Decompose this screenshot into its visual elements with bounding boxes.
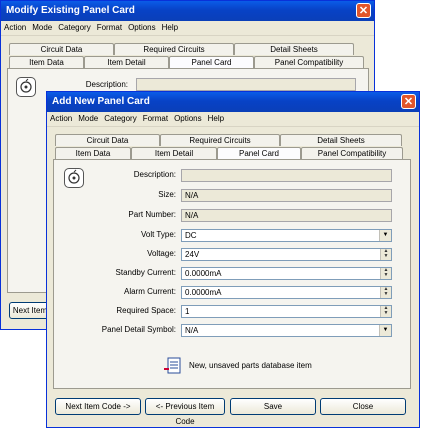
panel-card-panel: Description: Size: N/A Part Number: N/A … [53,159,411,389]
panel-detail-symbol-select[interactable]: N/A ▼ [181,324,392,337]
tab-panel-compatibility[interactable]: Panel Compatibility [301,147,403,159]
required-space-value: 1 [185,307,190,316]
tab-item-detail[interactable]: Item Detail [131,147,217,159]
description-label: Description: [133,170,176,179]
save-button[interactable]: Save [230,398,316,415]
chevron-down-icon[interactable]: ▼ [379,325,391,336]
panel-card-icon [64,168,84,188]
alarm-current-value: 0.0000mA [185,288,222,297]
back-next-item-button[interactable]: Next Item [9,302,51,319]
back-menu-action[interactable]: Action [1,21,29,35]
front-window-title: Add New Panel Card [47,92,419,112]
previous-item-code-button[interactable]: <- Previous Item Code [145,398,225,426]
required-space-label: Required Space: [116,306,176,315]
volt-type-value: DC [185,231,197,240]
size-field: N/A [181,189,392,202]
panel-detail-symbol-label: Panel Detail Symbol: [101,325,176,334]
back-tab-panel-compatibility[interactable]: Panel Compatibility [254,56,364,68]
status-text: New, unsaved parts database item [189,361,312,370]
voltage-input[interactable]: 24V ▲ ▼ [181,248,392,261]
spinner-icon[interactable]: ▲ ▼ [380,268,391,279]
database-record-icon [164,357,182,375]
spinner-icon[interactable]: ▲ ▼ [380,287,391,298]
standby-current-value: 0.0000mA [185,269,222,278]
back-menu-format[interactable]: Format [94,21,125,35]
size-label: Size: [158,190,176,199]
back-menu-category[interactable]: Category [55,21,93,35]
volt-type-select[interactable]: DC ▼ [181,229,392,242]
volt-type-label: Volt Type: [141,230,176,239]
panel-card-icon [16,77,36,97]
front-menu-mode[interactable]: Mode [75,112,101,126]
back-tab-required-circuits[interactable]: Required Circuits [114,43,234,55]
close-button[interactable]: Close [320,398,406,415]
spinner-icon[interactable]: ▲ ▼ [380,249,391,260]
voltage-label: Voltage: [147,249,176,258]
panel-detail-symbol-value: N/A [185,326,199,335]
required-space-input[interactable]: 1 ▲ ▼ [181,305,392,318]
back-window-title: Modify Existing Panel Card [1,1,374,21]
front-window: Add New Panel Card ✕ Action Mode Categor… [46,91,420,428]
tab-detail-sheets[interactable]: Detail Sheets [280,134,402,146]
part-number-label: Part Number: [128,210,176,219]
next-item-code-button[interactable]: Next Item Code -> [55,398,141,415]
description-field [181,169,392,182]
front-menu-help[interactable]: Help [205,112,227,126]
tab-circuit-data[interactable]: Circuit Data [55,134,160,146]
back-tab-item-data[interactable]: Item Data [9,56,84,68]
tab-required-circuits[interactable]: Required Circuits [160,134,280,146]
back-close-button[interactable]: ✕ [356,3,371,18]
back-tab-item-detail[interactable]: Item Detail [84,56,169,68]
voltage-value: 24V [185,250,200,259]
front-menu-format[interactable]: Format [140,112,171,126]
back-description-label: Description: [85,80,128,89]
front-menubar: Action Mode Category Format Options Help [47,112,419,127]
back-tab-detail-sheets[interactable]: Detail Sheets [234,43,354,55]
back-description-field [136,78,356,91]
standby-current-label: Standby Current: [115,268,176,277]
alarm-current-input[interactable]: 0.0000mA ▲ ▼ [181,286,392,299]
chevron-down-icon[interactable]: ▼ [379,230,391,241]
front-close-button[interactable]: ✕ [401,94,416,109]
back-menu-help[interactable]: Help [159,21,181,35]
back-menubar: Action Mode Category Format Options Help [1,21,374,36]
part-number-field: N/A [181,209,392,222]
front-menu-category[interactable]: Category [101,112,139,126]
front-menu-action[interactable]: Action [47,112,75,126]
alarm-current-label: Alarm Current: [123,287,176,296]
back-menu-options[interactable]: Options [125,21,159,35]
back-tab-circuit-data[interactable]: Circuit Data [9,43,114,55]
back-menu-mode[interactable]: Mode [29,21,55,35]
standby-current-input[interactable]: 0.0000mA ▲ ▼ [181,267,392,280]
tab-item-data[interactable]: Item Data [55,147,131,159]
front-menu-options[interactable]: Options [171,112,205,126]
spinner-icon[interactable]: ▲ ▼ [380,306,391,317]
